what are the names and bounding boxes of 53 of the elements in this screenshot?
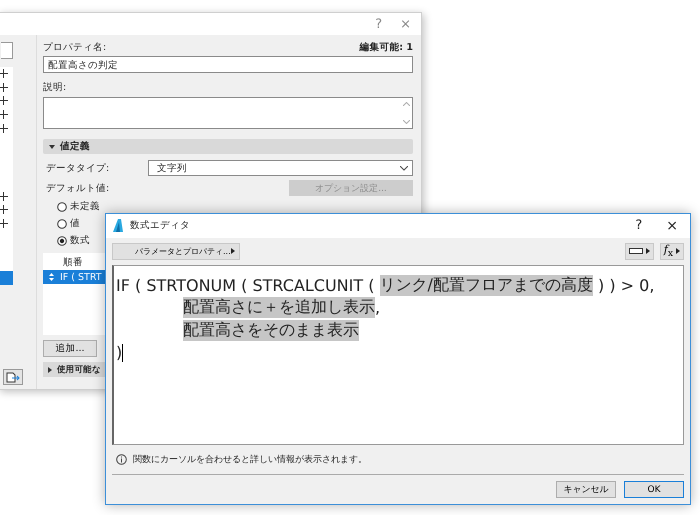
- help-button[interactable]: ?: [375, 16, 382, 32]
- data-type-dropdown[interactable]: 文字列: [148, 160, 413, 176]
- export-button[interactable]: [3, 369, 23, 385]
- property-name-field[interactable]: 配置高さの判定: [43, 56, 413, 73]
- collapse-triangle-icon: [47, 366, 53, 372]
- reorder-icon[interactable]: [49, 273, 54, 281]
- help-button[interactable]: ?: [635, 218, 642, 234]
- tree-row[interactable]: [0, 67, 13, 81]
- search-field[interactable]: [1, 42, 13, 59]
- plus-icon[interactable]: [0, 218, 8, 228]
- editable-count: 編集可能: 1: [359, 41, 413, 54]
- radio-button[interactable]: [57, 236, 67, 246]
- data-type-label: データタイプ:: [46, 162, 110, 174]
- formula-text: ) ) > 0,: [597, 276, 654, 295]
- radio-label: 未定義: [70, 200, 100, 213]
- chevron-down-icon: [400, 166, 408, 170]
- radio-button[interactable]: [57, 218, 67, 228]
- caret-icon: [646, 248, 650, 254]
- info-icon: [116, 454, 127, 465]
- section-header[interactable]: 値定義: [43, 139, 413, 154]
- dialog-button[interactable]: OK: [624, 481, 684, 498]
- add-button[interactable]: 追加...: [43, 340, 97, 357]
- info-message: 関数にカーソルを合わせると詳しい情報が表示されます。: [133, 454, 367, 466]
- property-name-label: プロパティ名:: [43, 41, 106, 54]
- plus-icon[interactable]: [0, 82, 8, 92]
- function-button[interactable]: f$_{x}$: [660, 242, 684, 260]
- default-value-label: デフォルト値:: [46, 182, 110, 194]
- caret-icon: [676, 248, 680, 254]
- plus-icon[interactable]: [0, 205, 8, 214]
- expand-triangle-icon: [49, 144, 55, 150]
- window-title: 数式エディタ: [130, 219, 191, 232]
- radio-label: 値: [70, 217, 80, 230]
- plus-icon[interactable]: [0, 124, 8, 133]
- radio-button[interactable]: [57, 202, 67, 212]
- parameters-button[interactable]: パラメータとプロパティ...: [112, 242, 240, 260]
- close-button[interactable]: ×: [666, 218, 678, 234]
- plus-icon[interactable]: [0, 110, 8, 120]
- formula-text: IF ( STRTONUM ( STRCALCUNIT (: [116, 276, 376, 295]
- formula-text-area[interactable]: IF ( STRTONUM ( STRCALCUNIT ( リンク/配置フロアまでの高度 ) ) > 0, 配置高さに＋を追加し表示, 配置高さをそのまま表示 ): [112, 264, 684, 445]
- formula-text: ): [116, 343, 122, 362]
- description-label: 説明:: [43, 81, 68, 94]
- description-field[interactable]: [43, 97, 413, 129]
- highlighted-text: リンク/配置フロアまでの高度: [380, 274, 593, 296]
- formula-text: ,: [375, 298, 380, 318]
- radio-label: 数式: [70, 234, 90, 247]
- app-logo-icon: [112, 219, 124, 232]
- plus-icon[interactable]: [0, 69, 8, 78]
- plus-icon[interactable]: [0, 192, 8, 201]
- column-header: 順番: [62, 256, 84, 270]
- caret-icon: [231, 248, 235, 254]
- plus-icon[interactable]: [0, 96, 8, 106]
- dialog-button[interactable]: キャンセル: [556, 481, 616, 498]
- close-button[interactable]: ×: [400, 16, 411, 32]
